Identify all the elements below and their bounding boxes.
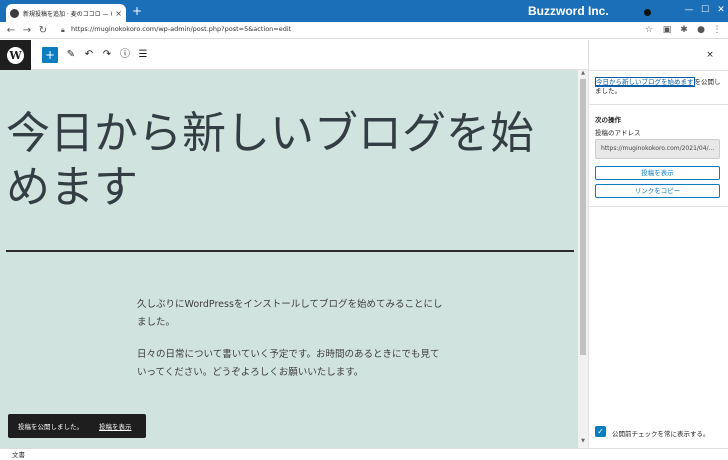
divider [588,70,728,71]
undo-icon[interactable]: ↶ [81,47,97,63]
copy-link-button[interactable]: リンクをコピー [595,184,720,198]
view-post-button[interactable]: 投稿を表示 [595,166,720,180]
brand-watermark: Buzzword Inc. [528,4,609,18]
divider [588,206,728,207]
forward-arrow-icon[interactable]: → [20,22,34,39]
divider [588,104,728,105]
scroll-up-icon[interactable]: ▲ [579,70,587,78]
browser-tab[interactable]: 新規投稿を追加 · 麦のココロ — W × [6,4,126,22]
reload-icon[interactable]: ↻ [36,22,50,39]
add-block-button[interactable]: + [42,47,58,63]
star-icon[interactable]: ☆ [642,22,656,39]
precheck-checkbox[interactable]: ✓ [595,426,606,437]
breadcrumb[interactable]: 文書 [12,449,25,459]
post-title[interactable]: 今日から新しいブログを始めます [6,107,566,215]
post-address-field[interactable]: https://muginokokoro.com/2021/04/... [595,139,720,159]
scroll-down-icon[interactable]: ▼ [579,438,587,446]
post-address-label: 投稿のアドレス [595,129,641,137]
next-steps-heading: 次の操作 [595,116,621,124]
tab-title: 新規投稿を追加 · 麦のココロ — W [23,10,113,18]
wordpress-logo-button[interactable]: W [0,40,31,70]
back-arrow-icon[interactable]: ← [4,22,18,39]
paragraph-block[interactable]: 日々の日常について書いていく予定です。お時間のあるときにでも見ていってください。… [137,346,447,382]
url-input[interactable]: https://muginokokoro.com/wp-admin/post.p… [71,25,291,33]
edit-tools-icon[interactable]: ✎ [63,47,79,63]
wordpress-logo-icon: W [7,46,24,64]
snackbar-message: 投稿を公開しました。 [18,423,83,431]
profile-icon[interactable]: ● [694,22,708,39]
redo-icon[interactable]: ↷ [99,47,115,63]
published-post-link[interactable]: 今日から新しいブログを始めます [595,77,695,87]
tab-close-icon[interactable]: × [115,9,122,18]
extension-icon[interactable]: ▣ [660,22,674,39]
snackbar-view-post-link[interactable]: 投稿を表示 [99,421,132,431]
status-bar [0,448,728,460]
lock-icon[interactable]: 🔒︎ [61,26,65,35]
separator-line [6,250,574,252]
close-panel-icon[interactable]: × [704,49,716,61]
snackbar-notice: 投稿を公開しました。 投稿を表示 [8,414,146,438]
published-message: 今日から新しいブログを始めますを公開しました。 [595,77,723,96]
close-window-button[interactable]: ✕ [712,2,728,18]
new-tab-button[interactable]: + [130,4,144,18]
puzzle-icon[interactable]: ✱ [677,22,691,39]
paragraph-block[interactable]: 久しぶりにWordPressをインストールしてブログを始めてみることにしました。 [137,296,447,332]
precheck-label[interactable]: 公開前チェックを常に表示する。 [612,428,710,438]
editor-canvas[interactable]: 今日から新しいブログを始めます 久しぶりにWordPressをインストールしてブ… [0,70,578,448]
wordpress-favicon-icon [10,8,19,18]
post-publish-panel [588,40,728,448]
scrollbar-thumb[interactable] [580,79,586,355]
info-icon[interactable]: ⓘ [117,47,133,63]
list-view-icon[interactable]: ☰ [135,47,151,63]
more-icon[interactable]: ⋮ [710,22,724,39]
profile-indicator-icon[interactable] [644,9,651,16]
